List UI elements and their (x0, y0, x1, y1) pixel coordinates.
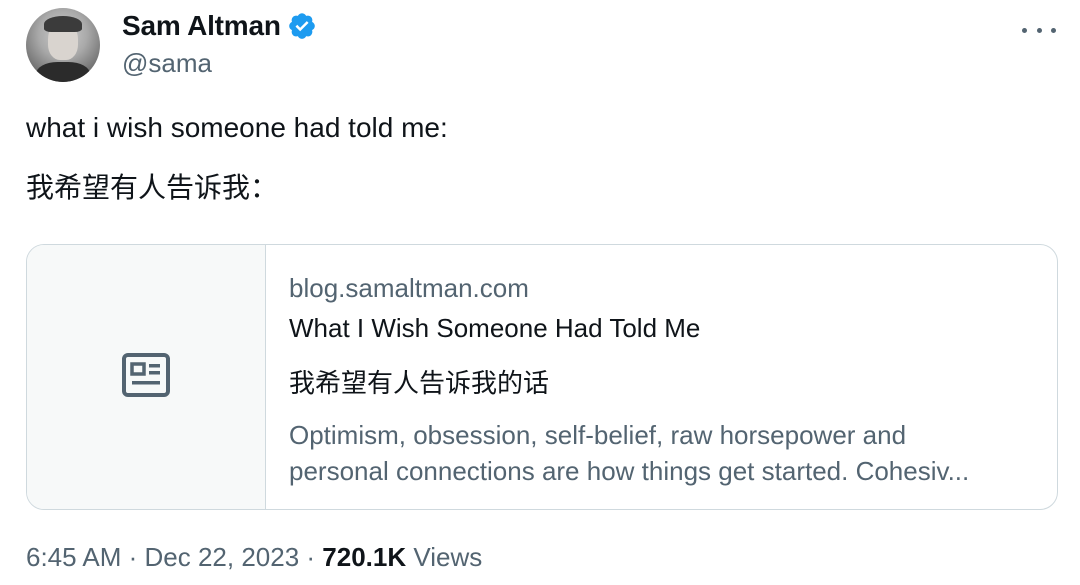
tweet-date[interactable]: Dec 22, 2023 (145, 542, 300, 572)
card-description-line1: Optimism, obsession, self-belief, raw ho… (289, 420, 907, 450)
tweet-time[interactable]: 6:45 AM (26, 542, 121, 572)
more-dot (1036, 27, 1042, 33)
name-row: Sam Altman (122, 10, 317, 42)
tweet-text-line2: 我希望有人告诉我： (26, 172, 279, 203)
card-subtitle: 我希望有人告诉我的话 (289, 368, 550, 398)
tweet-meta: 6:45 AM · Dec 22, 2023 · 720.1K Views (26, 542, 482, 573)
avatar-hair (44, 16, 82, 32)
card-description-line2: personal connections are how things get … (289, 456, 970, 486)
more-options-icon[interactable] (1022, 20, 1056, 40)
more-dot (1051, 27, 1056, 33)
card-domain: blog.samaltman.com (289, 273, 529, 303)
verified-badge-icon[interactable] (287, 11, 317, 41)
tweet-text-line1: what i wish someone had told me: (26, 112, 448, 143)
article-icon (122, 352, 170, 402)
more-dot (1022, 27, 1027, 33)
views-label: Views (406, 542, 483, 572)
link-card[interactable]: blog.samaltman.com What I Wish Someone H… (26, 244, 1058, 510)
handle[interactable]: @sama (122, 48, 212, 79)
meta-separator: · (121, 542, 145, 572)
display-name[interactable]: Sam Altman (122, 10, 281, 42)
card-description: Optimism, obsession, self-belief, raw ho… (289, 417, 1049, 489)
views-count[interactable]: 720.1K (322, 542, 406, 572)
tweet-header: Sam Altman @sama (26, 8, 1066, 84)
meta-separator: · (299, 542, 323, 572)
avatar[interactable] (26, 8, 100, 82)
card-title: What I Wish Someone Had Told Me (289, 313, 701, 343)
avatar-shirt (36, 62, 90, 82)
card-thumbnail (27, 245, 266, 509)
